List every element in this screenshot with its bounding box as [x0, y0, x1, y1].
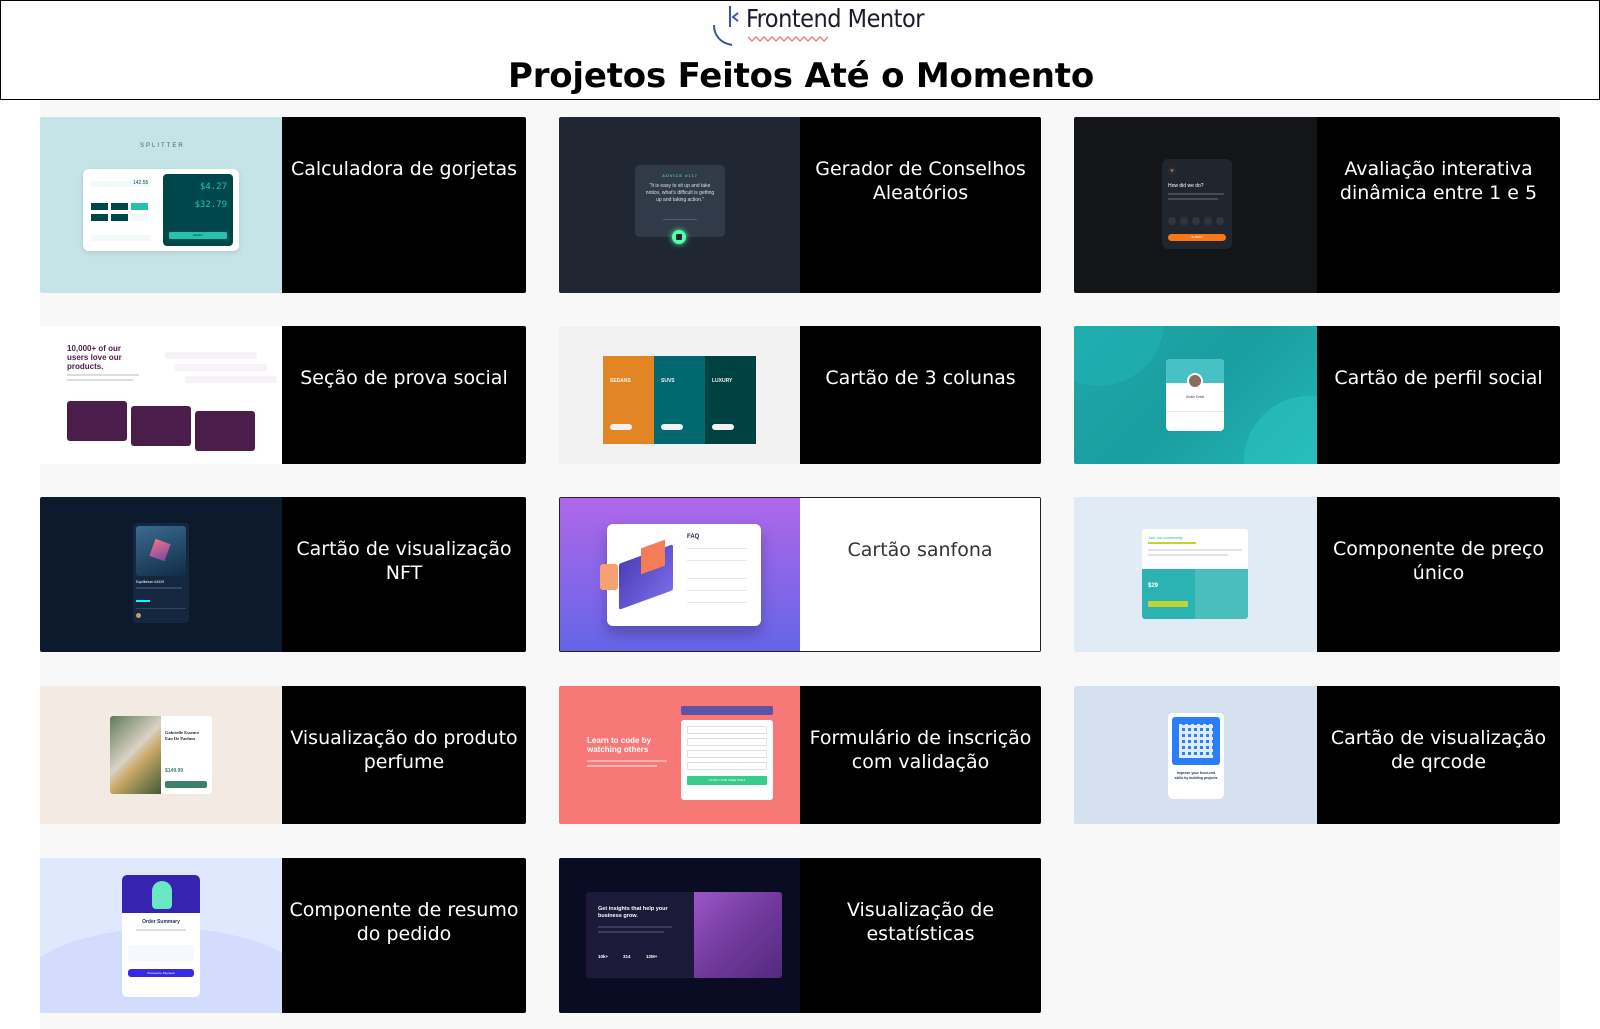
project-card-tip-calculator[interactable]: SPLITTER 142.55 $4.27 $32.79 RESET Calcu… — [40, 117, 526, 293]
preview-dice-button — [672, 230, 686, 244]
preview-brand: SPLITTER — [140, 143, 185, 149]
project-title: Visualização de estatísticas — [800, 858, 1041, 1013]
project-card-perfume-product[interactable]: Gabrielle Essence Eau De Parfum $149.99 … — [40, 686, 526, 824]
preview-bill: 142.55 — [133, 180, 149, 186]
frontend-mentor-logo[interactable]: Frontend Mentor — [710, 3, 925, 47]
qr-code-icon — [1172, 717, 1220, 765]
project-preview-image: Gabrielle Essence Eau De Parfum $149.99 — [40, 686, 282, 824]
project-card-stats-preview[interactable]: Get insights that help your business gro… — [559, 858, 1041, 1013]
site-header: Frontend Mentor Projetos Feitos Até o Mo… — [0, 0, 1600, 100]
project-card-social-profile[interactable]: Victor Crest Cartão de perfil social — [1074, 326, 1560, 464]
project-title: Gerador de Conselhos Aleatórios — [800, 117, 1041, 293]
project-title: Formulário de inscrição com validação — [800, 686, 1041, 824]
avatar — [1187, 373, 1203, 389]
project-preview-image: 10,000+ of our users love our products. — [40, 326, 282, 464]
project-card-signup-form[interactable]: Learn to code by watching others CLAIM Y… — [559, 686, 1041, 824]
project-title: Calculadora de gorjetas — [282, 117, 526, 293]
project-preview-image: Order Summary Proceed to Payment — [40, 858, 282, 1013]
project-title: Cartão sanfona — [800, 498, 1040, 651]
preview-order-card: Order Summary Proceed to Payment — [122, 875, 200, 997]
project-card-social-proof[interactable]: 10,000+ of our users love our products. … — [40, 326, 526, 464]
preview-order-heading: Order Summary — [142, 919, 180, 925]
preview-advice-card: ADVICE #117 “It is easy to sit up and ta… — [635, 165, 725, 237]
project-title: Cartão de 3 colunas — [800, 326, 1041, 464]
preview-price: $29 — [1148, 583, 1159, 589]
preview-qr-caption: Improve your front-end skills by buildin… — [1174, 771, 1218, 780]
preview-product-card: Gabrielle Essence Eau De Parfum $149.99 — [110, 716, 212, 794]
project-card-faq-accordion[interactable]: FAQ Cartão sanfona — [559, 497, 1041, 652]
project-title: Cartão de visualização de qrcode — [1317, 686, 1560, 824]
project-title: Avaliação interativa dinâmica entre 1 e … — [1317, 117, 1560, 293]
preview-faq-card: FAQ — [607, 524, 761, 626]
preview-col-luxury: LUXURY — [705, 356, 756, 444]
project-card-single-price[interactable]: Join our community $29 Componente de pre… — [1074, 497, 1560, 652]
preview-profile-card: Victor Crest — [1166, 359, 1224, 431]
project-card-nft-preview[interactable]: Equilibrium #3429 Cartão de visualização… — [40, 497, 526, 652]
project-title: Cartão de perfil social — [1317, 326, 1560, 464]
preview-advice-heading: ADVICE #117 — [662, 173, 698, 178]
logo-text: Frontend Mentor — [746, 5, 925, 42]
project-preview-image: Victor Crest — [1074, 326, 1317, 464]
preview-nft-title: Equilibrium #3429 — [136, 580, 165, 584]
preview-calculator-card: 142.55 $4.27 $32.79 RESET — [83, 169, 239, 251]
project-title: Cartão de visualização NFT — [282, 497, 526, 652]
preview-total: $32.79 — [194, 200, 227, 210]
preview-stats-card: Get insights that help your business gro… — [586, 892, 782, 978]
project-preview-image: ADVICE #117 “It is easy to sit up and ta… — [559, 117, 800, 293]
project-preview-image: Equilibrium #3429 — [40, 497, 282, 652]
project-preview-image: SEDANS SUVS LUXURY — [559, 326, 800, 464]
preview-social-heading: 10,000+ of our users love our products. — [67, 344, 122, 371]
project-card-qr-code[interactable]: Improve your front-end skills by buildin… — [1074, 686, 1560, 824]
preview-result-panel: $4.27 $32.79 RESET — [163, 174, 233, 246]
preview-col-sedans: SEDANS — [603, 356, 654, 444]
illustration-hero — [122, 875, 200, 913]
preview-advice-quote: “It is easy to sit up and take notice, w… — [645, 183, 715, 203]
preview-signup-form: CLAIM YOUR FREE TRIAL — [681, 720, 773, 800]
preview-tip-amount: $4.27 — [199, 182, 227, 192]
preview-qr-card: Improve your front-end skills by buildin… — [1168, 713, 1224, 799]
project-preview-image: ★ How did we do? SUBMIT — [1074, 117, 1317, 293]
page-title: Projetos Feitos Até o Momento — [507, 56, 1095, 96]
project-preview-image: Join our community $29 — [1074, 497, 1317, 652]
project-card-order-summary[interactable]: Order Summary Proceed to Payment Compone… — [40, 858, 526, 1013]
preview-submit-button: SUBMIT — [1168, 234, 1226, 241]
preview-profile-name: Victor Crest — [1185, 395, 1205, 399]
preview-price-card: Join our community $29 — [1142, 529, 1248, 619]
preview-faq-heading: FAQ — [687, 534, 700, 540]
preview-price-heading: Join our community — [1148, 535, 1183, 540]
preview-signup-button: CLAIM YOUR FREE TRIAL — [687, 776, 767, 785]
logo-mark-icon — [710, 3, 746, 47]
preview-order-button: Proceed to Payment — [128, 969, 194, 977]
preview-product-price: $149.99 — [165, 768, 184, 774]
project-preview-image: SPLITTER 142.55 $4.27 $32.79 RESET — [40, 117, 282, 293]
project-preview-image: Improve your front-end skills by buildin… — [1074, 686, 1317, 824]
preview-product-title: Gabrielle Essence Eau De Parfum — [165, 730, 200, 741]
project-preview-image: FAQ — [560, 498, 800, 651]
preview-stats-heading: Get insights that help your business gro… — [598, 906, 668, 919]
project-title: Seção de prova social — [282, 326, 526, 464]
preview-signup-heading: Learn to code by watching others — [587, 736, 652, 754]
project-title: Componente de preço único — [1317, 497, 1560, 652]
preview-nft-card: Equilibrium #3429 — [133, 523, 189, 623]
project-title: Visualização do produto perfume — [282, 686, 526, 824]
star-icon: ★ — [1168, 167, 1176, 175]
project-preview-image: Learn to code by watching others CLAIM Y… — [559, 686, 800, 824]
preview-reset-button: RESET — [169, 232, 227, 239]
preview-col-suvs: SUVS — [654, 356, 705, 444]
project-card-3-column[interactable]: SEDANS SUVS LUXURY Cartão de 3 colunas — [559, 326, 1041, 464]
project-title: Componente de resumo do pedido — [282, 858, 526, 1013]
project-card-interactive-rating[interactable]: ★ How did we do? SUBMIT Avaliação intera… — [1074, 117, 1560, 293]
preview-rating-heading: How did we do? — [1168, 183, 1204, 189]
stats-photo — [694, 892, 782, 978]
logo-zigzag-icon — [748, 36, 828, 42]
preview-rating-card: ★ How did we do? SUBMIT — [1162, 159, 1232, 249]
perfume-image — [110, 716, 161, 794]
project-preview-image: Get insights that help your business gro… — [559, 858, 800, 1013]
project-card-advice-generator[interactable]: ADVICE #117 “It is easy to sit up and ta… — [559, 117, 1041, 293]
